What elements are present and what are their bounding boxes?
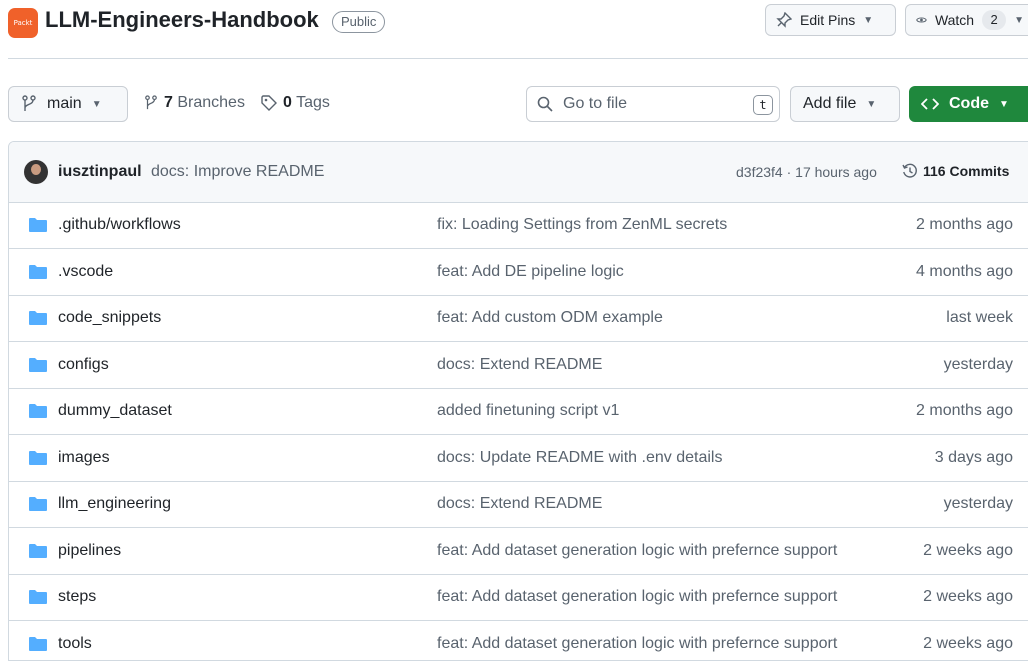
- branches-count: 7: [164, 94, 173, 111]
- folder-icon: [28, 496, 48, 512]
- file-row[interactable]: pipelines feat: Add dataset generation lo…: [9, 528, 1028, 575]
- visibility-badge: Public: [332, 11, 385, 33]
- file-name-link[interactable]: pipelines: [58, 542, 121, 560]
- pin-icon: [776, 12, 792, 28]
- folder-icon: [28, 264, 48, 280]
- commit-hash-time[interactable]: d3f23f4 · 17 hours ago: [736, 164, 877, 180]
- file-commit-date: 4 months ago: [916, 263, 1013, 281]
- chevron-down-icon: ▼: [866, 99, 876, 110]
- file-browser-table: iusztinpaul docs: Improve README d3f23f4…: [8, 141, 1028, 661]
- file-commit-message[interactable]: feat: Add dataset generation logic with …: [437, 635, 837, 653]
- search-placeholder: Go to file: [563, 95, 627, 113]
- branch-icon: [144, 95, 158, 111]
- branch-name: main: [47, 95, 82, 113]
- folder-icon: [28, 543, 48, 559]
- add-file-button[interactable]: Add file ▼: [790, 86, 900, 122]
- file-row[interactable]: .vscode feat: Add DE pipeline logic 4 mont…: [9, 249, 1028, 296]
- tags-label: Tags: [296, 94, 330, 111]
- tags-count: 0: [283, 94, 292, 111]
- commits-label: Commits: [949, 163, 1009, 179]
- chevron-down-icon: ▼: [92, 99, 102, 110]
- chevron-down-icon: ▼: [1014, 15, 1024, 26]
- code-button[interactable]: Code ▼: [909, 86, 1028, 122]
- file-row[interactable]: llm_engineering docs: Extend README yester…: [9, 481, 1028, 528]
- file-commit-message[interactable]: added finetuning script v1: [437, 402, 619, 420]
- file-commit-message[interactable]: docs: Extend README: [437, 495, 602, 513]
- keyboard-shortcut-hint: t: [753, 95, 773, 115]
- file-row[interactable]: code_snippets feat: Add custom ODM exampl…: [9, 295, 1028, 342]
- watch-button[interactable]: Watch 2 ▼: [905, 4, 1028, 36]
- tag-icon: [261, 95, 277, 111]
- file-row[interactable]: images docs: Update README with .env deta…: [9, 435, 1028, 482]
- watch-count: 2: [982, 10, 1006, 30]
- code-label: Code: [949, 95, 989, 113]
- folder-icon: [28, 636, 48, 652]
- file-commit-message[interactable]: docs: Extend README: [437, 356, 602, 374]
- file-commit-date: last week: [946, 309, 1013, 327]
- folder-icon: [28, 217, 48, 233]
- file-commit-date: 2 weeks ago: [923, 542, 1013, 560]
- folder-icon: [28, 357, 48, 373]
- branch-icon: [21, 95, 37, 113]
- file-name-link[interactable]: code_snippets: [58, 309, 161, 327]
- latest-commit-row: iusztinpaul docs: Improve README d3f23f4…: [9, 142, 1028, 203]
- header-divider: [8, 58, 1028, 59]
- file-commit-message[interactable]: fix: Loading Settings from ZenML secrets: [437, 216, 727, 234]
- file-name-link[interactable]: steps: [58, 588, 96, 606]
- branches-label: Branches: [177, 94, 245, 111]
- file-row[interactable]: steps feat: Add dataset generation logic …: [9, 574, 1028, 621]
- repo-header: Packt LLM-Engineers-Handbook Public Edit…: [0, 0, 1028, 44]
- file-name-link[interactable]: tools: [58, 635, 92, 653]
- search-icon: [537, 96, 553, 112]
- chevron-down-icon: ▼: [999, 99, 1009, 110]
- file-row[interactable]: dummy_dataset added finetuning script v1 2…: [9, 388, 1028, 435]
- code-icon: [921, 97, 939, 111]
- history-icon: [902, 163, 918, 179]
- file-row[interactable]: tools feat: Add dataset generation logic …: [9, 621, 1028, 661]
- watch-label: Watch: [935, 12, 974, 28]
- file-commit-message[interactable]: docs: Update README with .env details: [437, 449, 722, 467]
- tags-link[interactable]: 0 Tags: [261, 94, 330, 112]
- branches-link[interactable]: 7 Branches: [144, 94, 245, 112]
- file-commit-date: yesterday: [944, 495, 1013, 513]
- folder-icon: [28, 403, 48, 419]
- commit-author[interactable]: iusztinpaul: [58, 163, 142, 181]
- commit-message[interactable]: docs: Improve README: [151, 163, 324, 181]
- file-commit-message[interactable]: feat: Add custom ODM example: [437, 309, 663, 327]
- file-row[interactable]: configs docs: Extend README yesterday: [9, 342, 1028, 389]
- file-commit-date: yesterday: [944, 356, 1013, 374]
- edit-pins-label: Edit Pins: [800, 12, 855, 28]
- file-commit-date: 2 months ago: [916, 402, 1013, 420]
- folder-icon: [28, 450, 48, 466]
- edit-pins-button[interactable]: Edit Pins ▼: [765, 4, 896, 36]
- file-name-link[interactable]: configs: [58, 356, 109, 374]
- add-file-label: Add file: [803, 95, 856, 113]
- file-name-link[interactable]: .vscode: [58, 263, 113, 281]
- go-to-file-search[interactable]: Go to file t: [526, 86, 780, 122]
- file-commit-message[interactable]: feat: Add dataset generation logic with …: [437, 542, 837, 560]
- file-commit-date: 3 days ago: [935, 449, 1013, 467]
- file-commit-message[interactable]: feat: Add DE pipeline logic: [437, 263, 624, 281]
- file-commit-message[interactable]: feat: Add dataset generation logic with …: [437, 588, 837, 606]
- eye-icon: [916, 12, 927, 28]
- commits-link[interactable]: 116 Commits: [902, 163, 1009, 179]
- avatar[interactable]: [24, 160, 48, 184]
- file-name-link[interactable]: dummy_dataset: [58, 402, 172, 420]
- repo-name-link[interactable]: LLM-Engineers-Handbook: [45, 7, 319, 33]
- branch-selector[interactable]: main ▼: [8, 86, 128, 122]
- file-commit-date: 2 weeks ago: [923, 635, 1013, 653]
- file-row[interactable]: .github/workflows fix: Loading Settings f…: [9, 202, 1028, 249]
- folder-icon: [28, 589, 48, 605]
- file-commit-date: 2 weeks ago: [923, 588, 1013, 606]
- folder-icon: [28, 310, 48, 326]
- packt-logo-icon[interactable]: Packt: [8, 8, 38, 38]
- file-commit-date: 2 months ago: [916, 216, 1013, 234]
- file-name-link[interactable]: llm_engineering: [58, 495, 171, 513]
- commits-count: 116: [923, 163, 946, 179]
- file-name-link[interactable]: images: [58, 449, 110, 467]
- chevron-down-icon: ▼: [863, 15, 873, 26]
- file-name-link[interactable]: .github/workflows: [58, 216, 181, 234]
